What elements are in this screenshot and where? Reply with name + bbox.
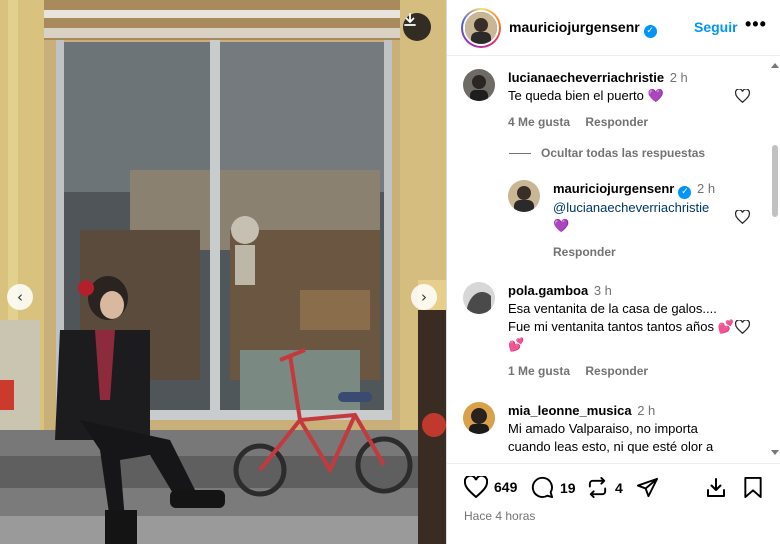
post-sidebar: mauriciojurgensenr ✓ Seguir ••• lucianaec… <box>446 0 780 544</box>
comment-text: Esa ventanita de la casa de galos.... Fu… <box>508 301 734 352</box>
avatar-image <box>465 12 497 44</box>
commenter-avatar[interactable] <box>463 69 495 101</box>
send-icon <box>636 477 659 498</box>
comments-scrollbar[interactable] <box>769 57 780 463</box>
photo-scene <box>0 0 446 544</box>
verified-badge-icon: ✓ <box>678 186 692 199</box>
comment-mention[interactable]: @lucianaecheverriachristie <box>553 199 733 217</box>
repost-count: 4 <box>615 479 623 496</box>
scroll-up-icon[interactable] <box>771 63 779 68</box>
like-count: 649 <box>494 479 518 495</box>
comment-icon <box>531 476 554 499</box>
divider <box>509 153 531 155</box>
verified-badge-icon: ✓ <box>643 25 657 38</box>
comment-time: 2 h <box>669 70 688 85</box>
avatar-image <box>463 402 495 434</box>
chevron-left-icon: ‹ <box>17 288 23 306</box>
bookmark-icon <box>744 476 762 499</box>
heart-icon <box>464 476 488 498</box>
post-header: mauriciojurgensenr ✓ Seguir ••• <box>447 0 780 56</box>
comment-username[interactable]: pola.gamboa <box>508 283 588 298</box>
commenter-avatar[interactable] <box>463 282 495 314</box>
reply-button[interactable]: Responder <box>553 245 616 259</box>
next-image-button[interactable]: › <box>411 284 437 310</box>
comment-count: 19 <box>560 479 576 496</box>
avatar-image <box>463 69 495 101</box>
post-photo[interactable]: ‹ › <box>0 0 446 544</box>
comment-text: Te queda bien el puerto 💜 <box>508 88 664 103</box>
share-button[interactable] <box>636 476 665 499</box>
avatar-image <box>463 282 495 314</box>
repost-icon <box>588 476 607 499</box>
comment-time: 3 h <box>593 283 612 298</box>
author-username[interactable]: mauriciojurgensenr ✓ <box>509 19 657 38</box>
comment-username[interactable]: lucianaecheverriachristie <box>508 70 664 85</box>
avatar-image <box>508 180 540 212</box>
chevron-right-icon: › <box>421 288 427 306</box>
scrollbar-thumb[interactable] <box>772 145 778 217</box>
heart-icon[interactable] <box>735 89 750 103</box>
comment-button[interactable]: 19 <box>531 476 576 499</box>
comment-text: Mi amado Valparaiso, no importa cuando l… <box>508 421 714 454</box>
commenter-avatar[interactable] <box>508 180 540 212</box>
comment-username[interactable]: mauriciojurgensenr <box>553 181 674 196</box>
scroll-down-icon[interactable] <box>771 450 779 455</box>
comment-likes[interactable]: 4 Me gusta <box>508 115 570 129</box>
save-to-collection-button[interactable] <box>704 476 734 500</box>
comment-text: 💜 <box>553 218 570 233</box>
post-time: Hace 4 horas <box>464 509 536 523</box>
repost-button[interactable]: 4 <box>586 476 623 499</box>
commenter-avatar[interactable] <box>463 402 495 434</box>
comment-time: 2 h <box>637 403 656 418</box>
like-button[interactable]: 649 <box>464 476 517 498</box>
reply-button[interactable]: Responder <box>585 115 648 129</box>
follow-button[interactable]: Seguir <box>694 19 738 35</box>
reply-button[interactable]: Responder <box>585 364 648 378</box>
author-avatar[interactable] <box>461 8 501 48</box>
more-options-icon[interactable]: ••• <box>745 14 767 35</box>
hide-replies-button[interactable]: Ocultar todas las respuestas <box>509 146 705 160</box>
download-icon <box>404 13 416 26</box>
comment-username[interactable]: mia_leonne_musica <box>508 403 632 418</box>
previous-image-button[interactable]: ‹ <box>7 284 33 310</box>
heart-icon[interactable] <box>735 320 750 334</box>
comments-list[interactable]: lucianaecheverriachristie 2 h Te queda b… <box>447 57 769 463</box>
comment-likes[interactable]: 1 Me gusta <box>508 364 570 378</box>
post-actions: 649 19 4 Hace 4 horas <box>447 463 780 544</box>
heart-icon[interactable] <box>735 210 750 224</box>
download-tray-icon <box>707 478 725 497</box>
comment-time: 2 h <box>697 181 716 196</box>
bookmark-button[interactable] <box>743 476 769 499</box>
download-button[interactable] <box>403 13 431 41</box>
